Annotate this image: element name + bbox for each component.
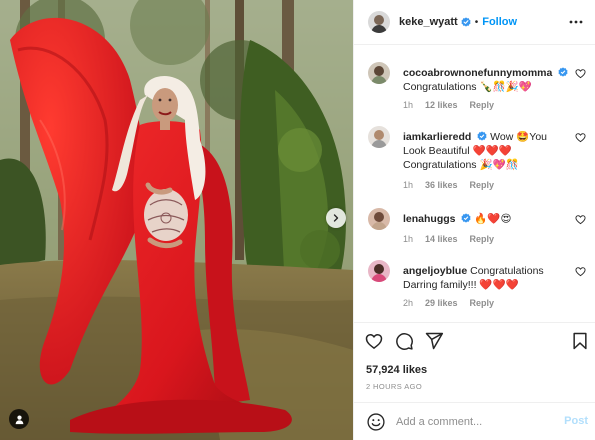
bookmark-icon[interactable] [570, 331, 590, 351]
post-actions: 57,924 likes 2 HOURS AGO [354, 322, 595, 402]
comment-username[interactable]: cocoabrownonefunnymomma [403, 67, 552, 79]
comment-likes[interactable]: 14 likes [425, 234, 458, 244]
commenter-avatar-image [368, 260, 390, 282]
comments-list: cocoabrownonefunnymomma Congratulations … [354, 46, 595, 322]
comment-text-block: iamkarlieredd Wow 🤩You Look Beautiful ❤️… [403, 130, 569, 172]
post-header: keke_wyatt • Follow [354, 0, 595, 45]
commenter-avatar-image [368, 62, 390, 84]
comment-text: 🔥❤️😍 [474, 213, 512, 225]
reply-button[interactable]: Reply [470, 180, 495, 190]
emoji-icon[interactable] [366, 412, 386, 432]
commenter-avatar-image [368, 208, 390, 230]
comment-meta: 1h 36 likes Reply [403, 180, 494, 190]
comment-time[interactable]: 1h [403, 100, 413, 110]
user-tag-icon [15, 415, 23, 424]
like-comment-heart-icon[interactable] [575, 266, 586, 277]
author-avatar-image [368, 11, 390, 33]
verified-badge-icon [461, 17, 471, 27]
comment-text-block: lenahuggs 🔥❤️😍 [403, 212, 569, 226]
reply-button[interactable]: Reply [470, 234, 495, 244]
comment-likes[interactable]: 12 likes [425, 100, 458, 110]
follow-button[interactable]: Follow [482, 16, 517, 28]
commenter-avatar[interactable] [368, 260, 390, 282]
more-options-icon[interactable] [568, 14, 584, 30]
commenter-avatar[interactable] [368, 62, 390, 84]
share-icon[interactable] [424, 331, 444, 351]
comment-time[interactable]: 2h [403, 298, 413, 308]
next-photo-button[interactable] [326, 208, 346, 228]
comment-icon[interactable] [394, 331, 414, 351]
comment-text-block: angeljoyblue Congratulations Darring fam… [403, 264, 569, 292]
maternity-photo-image [0, 0, 353, 440]
likes-count[interactable]: 57,924 likes [366, 364, 427, 376]
comment-time[interactable]: 1h [403, 234, 413, 244]
comment-text-block: cocoabrownonefunnymomma Congratulations … [403, 66, 569, 94]
comment-text: Congratulations 🍾🎊🎉💖 [403, 81, 532, 93]
comment-meta: 2h 29 likes Reply [403, 298, 494, 308]
header-separator: • [474, 16, 479, 28]
like-comment-heart-icon[interactable] [575, 132, 586, 143]
post-comment-button[interactable]: Post [564, 415, 588, 427]
author-username[interactable]: keke_wyatt [399, 16, 458, 28]
comment-username[interactable]: angeljoyblue [403, 265, 467, 277]
add-comment-input[interactable] [396, 414, 546, 430]
comment-likes[interactable]: 36 likes [425, 180, 458, 190]
comment-meta: 1h 14 likes Reply [403, 234, 494, 244]
commenter-avatar[interactable] [368, 208, 390, 230]
verified-badge-icon [477, 131, 487, 141]
verified-badge-icon [461, 213, 472, 223]
comment-time[interactable]: 1h [403, 180, 413, 190]
user-tag-button[interactable] [9, 409, 29, 429]
post-sidebar: keke_wyatt • Follow cocoabrownonefunnymo… [353, 0, 595, 440]
author-avatar[interactable] [368, 11, 390, 33]
reply-button[interactable]: Reply [470, 100, 495, 110]
comment-likes[interactable]: 29 likes [425, 298, 458, 308]
like-comment-heart-icon[interactable] [575, 68, 586, 79]
verified-badge-icon [558, 67, 568, 77]
like-comment-heart-icon[interactable] [575, 214, 586, 225]
comment-username[interactable]: lenahuggs [403, 213, 456, 225]
commenter-avatar-image [368, 126, 390, 148]
reply-button[interactable]: Reply [470, 298, 495, 308]
next-arrow-icon [333, 214, 339, 222]
post-photo[interactable] [0, 0, 353, 440]
post-timestamp[interactable]: 2 HOURS AGO [366, 382, 422, 391]
commenter-avatar[interactable] [368, 126, 390, 148]
heart-icon[interactable] [364, 331, 384, 351]
comment-username[interactable]: iamkarlieredd [403, 131, 471, 143]
comment-composer: Post [354, 402, 595, 440]
comment-meta: 1h 12 likes Reply [403, 100, 494, 110]
